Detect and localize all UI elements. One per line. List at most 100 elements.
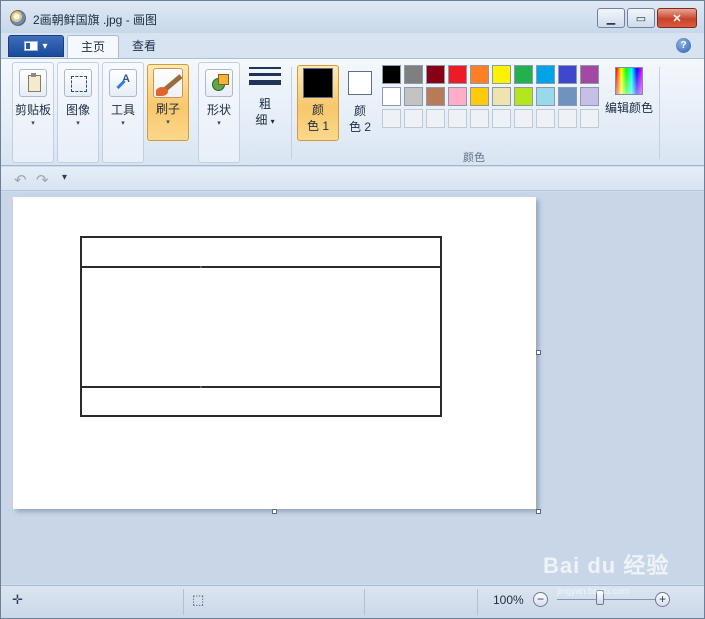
clipboard-label: 剪贴板 bbox=[14, 103, 51, 117]
minimize-button[interactable]: ▁ bbox=[597, 8, 625, 28]
quick-access-toolbar: ↶ ↷ ▾ bbox=[1, 167, 704, 191]
zoom-slider-track[interactable] bbox=[557, 599, 655, 600]
color1-button[interactable]: 颜 色 1 bbox=[297, 65, 339, 141]
chevron-down-icon: ▾ bbox=[270, 117, 275, 126]
brushes-button[interactable]: 刷子 ▾ bbox=[147, 64, 189, 141]
clipboard-icon bbox=[19, 69, 47, 97]
resize-handle-bottom[interactable] bbox=[272, 509, 277, 514]
image-button[interactable]: 图像 ▾ bbox=[58, 67, 98, 139]
zoom-in-button[interactable]: + bbox=[655, 592, 670, 607]
palette-color-swatch[interactable] bbox=[448, 87, 467, 106]
custom-color-slot[interactable] bbox=[536, 109, 555, 128]
custom-color-slot[interactable] bbox=[580, 109, 599, 128]
palette-color-swatch[interactable] bbox=[536, 87, 555, 106]
shapes-icon bbox=[205, 69, 233, 97]
edit-colors-icon bbox=[615, 67, 643, 95]
chevron-down-icon: ▾ bbox=[31, 120, 35, 127]
resize-handle-corner[interactable] bbox=[536, 509, 541, 514]
flag-outline-drawing bbox=[80, 236, 442, 417]
ribbon-tabs: ▾ 主页 查看 ? bbox=[1, 33, 704, 59]
custom-color-slot[interactable] bbox=[558, 109, 577, 128]
color1-label-line2: 色 1 bbox=[306, 119, 329, 133]
custom-color-slot[interactable] bbox=[382, 109, 401, 128]
baidu-watermark: Bai du 经验 bbox=[543, 553, 670, 578]
ribbon-divider bbox=[659, 67, 660, 159]
color2-label-line2: 色 2 bbox=[348, 120, 371, 134]
size-label-line2: 细 bbox=[255, 113, 268, 127]
palette-color-swatch[interactable] bbox=[404, 65, 423, 84]
palette-color-swatch[interactable] bbox=[470, 65, 489, 84]
palette-color-swatch[interactable] bbox=[382, 65, 401, 84]
tools-button[interactable]: 工具 ▾ bbox=[103, 67, 143, 139]
undo-icon[interactable]: ↶ bbox=[14, 171, 27, 189]
clipboard-group: 剪贴板 ▾ bbox=[12, 62, 54, 163]
palette-color-swatch[interactable] bbox=[580, 87, 599, 106]
tools-group: 工具 ▾ bbox=[102, 62, 144, 163]
palette-color-swatch[interactable] bbox=[426, 87, 445, 106]
colors-group-caption: 颜色 bbox=[463, 152, 485, 164]
palette-color-swatch[interactable] bbox=[382, 87, 401, 106]
zoom-level: 100% bbox=[493, 593, 524, 607]
paint-window: 2画朝鲜国旗 .jpg - 画图 ▁ ▭ ✕ ▾ 主页 查看 ? 剪贴板 ▾ 图… bbox=[0, 0, 705, 619]
close-button[interactable]: ✕ bbox=[657, 8, 697, 28]
ribbon-home: 剪贴板 ▾ 图像 ▾ 工具 ▾ 刷子 ▾ 形 bbox=[1, 58, 704, 166]
drawing-canvas[interactable] bbox=[13, 197, 536, 509]
select-icon bbox=[64, 69, 92, 97]
color2-button[interactable]: 颜 色 2 bbox=[339, 65, 381, 141]
color2-label-line1: 颜 bbox=[353, 104, 366, 118]
palette-color-swatch[interactable] bbox=[558, 87, 577, 106]
zoom-out-button[interactable]: − bbox=[533, 592, 548, 607]
palette-color-swatch[interactable] bbox=[514, 65, 533, 84]
shapes-button[interactable]: 形状 ▾ bbox=[199, 67, 239, 139]
baidu-watermark-url: jingyan.baidu.com bbox=[557, 586, 630, 596]
customize-toolbar-icon[interactable]: ▾ bbox=[62, 172, 67, 183]
palette-color-swatch[interactable] bbox=[558, 65, 577, 84]
palette-color-swatch[interactable] bbox=[448, 65, 467, 84]
custom-color-slot[interactable] bbox=[470, 109, 489, 128]
resize-handle-right[interactable] bbox=[536, 350, 541, 355]
palette-color-swatch[interactable] bbox=[426, 65, 445, 84]
custom-color-slot[interactable] bbox=[514, 109, 533, 128]
tab-home[interactable]: 主页 bbox=[67, 35, 120, 59]
maximize-button[interactable]: ▭ bbox=[627, 8, 655, 28]
title-bar: 2画朝鲜国旗 .jpg - 画图 ▁ ▭ ✕ bbox=[1, 1, 704, 33]
cursor-position-icon: ✛ bbox=[12, 592, 23, 607]
image-label: 图像 bbox=[65, 103, 90, 117]
ribbon-divider bbox=[291, 67, 292, 159]
tools-icon bbox=[109, 69, 137, 97]
custom-color-slot[interactable] bbox=[448, 109, 467, 128]
shapes-group: 形状 ▾ bbox=[198, 62, 240, 163]
redo-icon[interactable]: ↷ bbox=[36, 171, 49, 189]
palette-color-swatch[interactable] bbox=[492, 65, 511, 84]
edit-colors-label: 编辑颜色 bbox=[604, 101, 653, 115]
chevron-down-icon: ▾ bbox=[76, 120, 80, 127]
palette-color-swatch[interactable] bbox=[580, 65, 599, 84]
palette-color-swatch[interactable] bbox=[514, 87, 533, 106]
shapes-label: 形状 bbox=[206, 103, 231, 117]
custom-color-slot[interactable] bbox=[492, 109, 511, 128]
custom-color-slot[interactable] bbox=[404, 109, 423, 128]
palette-color-swatch[interactable] bbox=[536, 65, 555, 84]
size-label-line1: 粗 bbox=[258, 97, 271, 111]
palette-color-swatch[interactable] bbox=[404, 87, 423, 106]
size-button[interactable]: 粗 细 ▾ bbox=[245, 67, 285, 141]
custom-color-slot[interactable] bbox=[426, 109, 445, 128]
window-title: 2画朝鲜国旗 .jpg - 画图 bbox=[33, 13, 158, 27]
paint-menu-button[interactable]: ▾ bbox=[8, 35, 64, 57]
chevron-down-icon: ▾ bbox=[166, 119, 170, 126]
color1-swatch bbox=[303, 68, 333, 98]
clipboard-button[interactable]: 剪贴板 ▾ bbox=[13, 67, 53, 139]
paint-app-icon[interactable] bbox=[10, 10, 26, 26]
tab-view[interactable]: 查看 bbox=[119, 35, 169, 59]
color1-label-line1: 颜 bbox=[311, 103, 324, 117]
document-icon bbox=[24, 41, 39, 51]
edit-colors-button[interactable]: 编辑颜色 bbox=[603, 67, 655, 115]
status-divider bbox=[477, 589, 478, 615]
palette-color-swatch[interactable] bbox=[470, 87, 489, 106]
help-icon[interactable]: ? bbox=[676, 38, 691, 53]
line-width-icon bbox=[249, 67, 281, 85]
status-divider bbox=[183, 589, 184, 615]
chevron-down-icon: ▾ bbox=[217, 120, 221, 127]
brush-icon bbox=[153, 68, 183, 98]
palette-color-swatch[interactable] bbox=[492, 87, 511, 106]
